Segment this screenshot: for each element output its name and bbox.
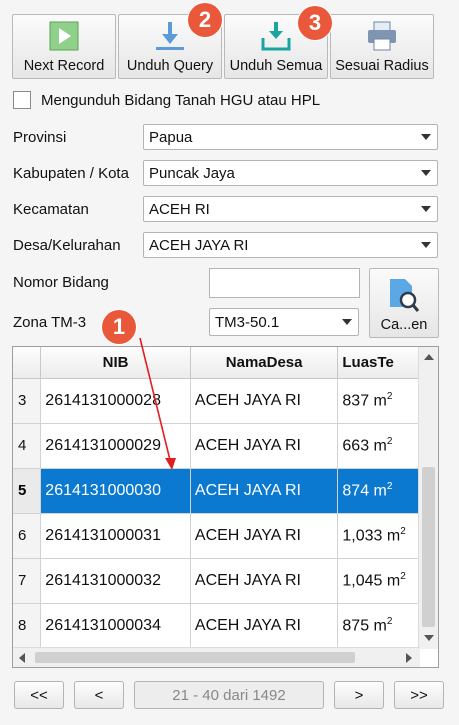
prev-page-button[interactable]: <	[74, 681, 124, 709]
first-page-button[interactable]: <<	[14, 681, 64, 709]
page-range-label: 21 - 40 dari 1492	[134, 681, 324, 709]
last-page-button[interactable]: >>	[394, 681, 444, 709]
next-page-button[interactable]: >	[334, 681, 384, 709]
pagination: << < 21 - 40 dari 1492 > >>	[14, 681, 444, 709]
step-badge-1: 1	[102, 310, 136, 344]
annotation-arrow	[139, 337, 176, 470]
